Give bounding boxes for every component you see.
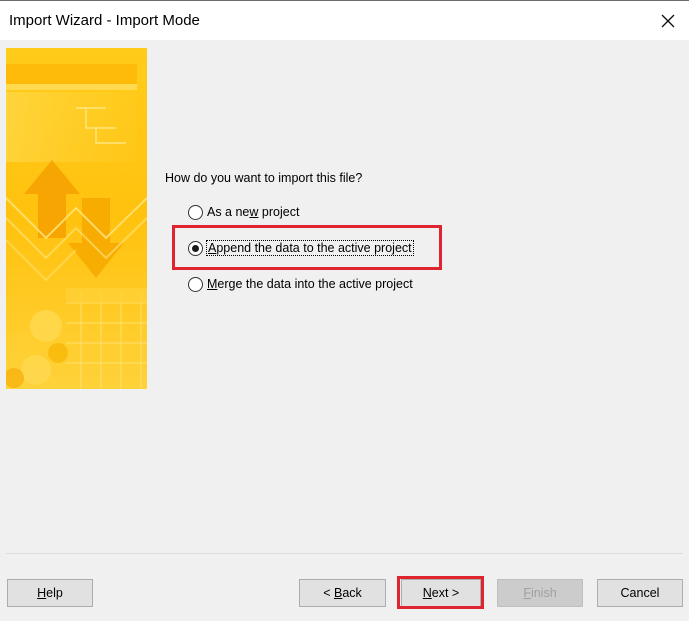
option-new-project[interactable]: As a new project	[188, 203, 299, 221]
option-new-project-label: As a new project	[207, 205, 300, 219]
close-button[interactable]	[646, 2, 689, 40]
radio-icon[interactable]	[188, 276, 203, 292]
window-title: Import Wizard - Import Mode	[9, 12, 200, 29]
import-prompt: How do you want to import this file?	[165, 171, 363, 185]
option-append-label: Append the data to the active project	[206, 240, 414, 256]
option-append-active-project[interactable]: Append the data to the active project	[188, 239, 414, 257]
close-icon	[661, 14, 675, 28]
finish-button: Finish	[497, 579, 583, 607]
radio-icon[interactable]	[188, 240, 203, 256]
next-button[interactable]: Next >	[401, 579, 481, 607]
cancel-button[interactable]: Cancel	[597, 579, 683, 607]
radio-icon[interactable]	[188, 204, 203, 220]
help-button[interactable]: Help	[7, 579, 93, 607]
option-merge-active-project[interactable]: Merge the data into the active project	[188, 275, 413, 293]
footer-separator	[6, 553, 683, 554]
back-button[interactable]: < Back	[299, 579, 386, 607]
title-bar: Import Wizard - Import Mode	[0, 0, 689, 40]
wizard-banner-image	[6, 48, 147, 389]
option-merge-label: Merge the data into the active project	[207, 277, 413, 291]
